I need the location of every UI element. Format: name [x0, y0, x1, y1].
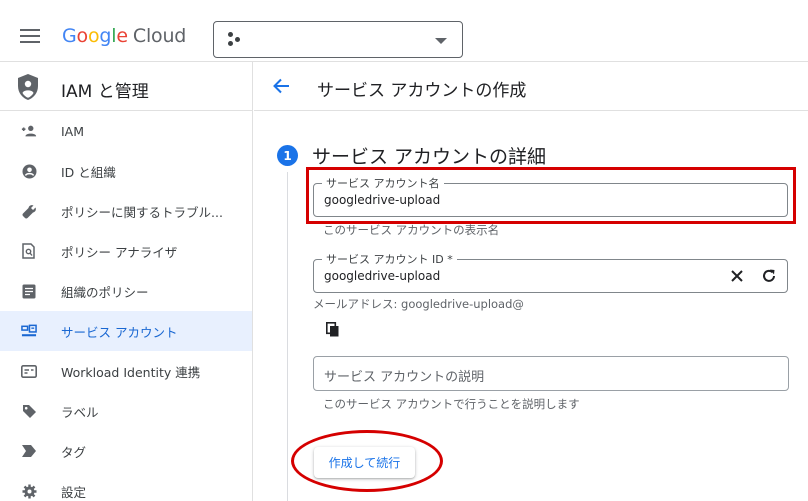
top-bar: Google Cloud [0, 0, 808, 62]
name-field-hint: このサービス アカウントの表示名 [323, 223, 500, 237]
page-header: サービス アカウントの作成 [254, 62, 808, 111]
service-account-icon [21, 323, 37, 339]
back-arrow-icon[interactable] [272, 77, 290, 95]
sidebar-item-label: タグ [61, 444, 87, 460]
id-card-icon [21, 363, 37, 379]
refresh-icon[interactable] [761, 268, 777, 284]
sidebar-header: IAM と管理 [0, 62, 252, 111]
annotation-highlight-circle [291, 430, 443, 492]
field-value[interactable]: googledrive-upload [324, 269, 440, 283]
sidebar-item-label: ポリシー アナライザ [61, 244, 178, 260]
annotation-highlight-box [306, 167, 796, 224]
sidebar-item-org-policy[interactable]: 組織のポリシー [0, 271, 252, 311]
sidebar-item-iam[interactable]: IAM [0, 111, 252, 151]
field-label: サービス アカウント ID * [322, 251, 457, 267]
description-field-hint: このサービス アカウントで行うことを説明します [323, 397, 580, 411]
step-connector-line [287, 172, 288, 501]
document-list-icon [21, 283, 37, 299]
sidebar-item-id-org[interactable]: ID と組織 [0, 151, 252, 191]
account-circle-icon [21, 163, 37, 179]
project-picker[interactable] [213, 21, 463, 58]
sidebar: IAM と管理 IAM ID と組織 ポリシーに関するトラブル... ポリシー … [0, 62, 253, 501]
chevron-down-icon [435, 38, 447, 44]
step-title: サービス アカウントの詳細 [312, 146, 547, 168]
shield-icon [18, 74, 38, 100]
sidebar-item-policy-analyzer[interactable]: ポリシー アナライザ [0, 231, 252, 271]
sidebar-item-label: IAM [61, 123, 85, 139]
sidebar-item-labels[interactable]: ラベル [0, 391, 252, 431]
sidebar-item-workload-identity[interactable]: Workload Identity 連携 [0, 351, 252, 391]
copy-icon[interactable] [326, 322, 340, 338]
google-cloud-logo[interactable]: Google Cloud [62, 25, 186, 47]
sidebar-item-service-accounts[interactable]: サービス アカウント [0, 311, 252, 351]
sidebar-title: IAM と管理 [61, 82, 149, 102]
sidebar-item-label: 組織のポリシー [61, 284, 149, 300]
sidebar-item-label: Workload Identity 連携 [61, 364, 201, 380]
sidebar-item-tags[interactable]: タグ [0, 431, 252, 471]
sidebar-item-label: 設定 [61, 484, 87, 500]
person-add-icon [21, 123, 37, 139]
sidebar-item-settings[interactable]: 設定 [0, 471, 252, 501]
gear-icon [21, 483, 37, 499]
close-icon[interactable] [730, 269, 744, 283]
hamburger-menu-icon[interactable] [20, 29, 40, 45]
project-dots-icon [228, 32, 244, 48]
service-account-description-field[interactable]: サービス アカウントの説明 [313, 356, 789, 391]
page-title: サービス アカウントの作成 [317, 81, 527, 101]
sidebar-item-label: サービス アカウント [61, 324, 178, 340]
sidebar-item-policy-troubleshooter[interactable]: ポリシーに関するトラブル... [0, 191, 252, 231]
field-placeholder: サービス アカウントの説明 [324, 370, 485, 385]
tag-chevron-icon [21, 443, 37, 459]
sidebar-item-label: ポリシーに関するトラブル... [61, 204, 223, 220]
sidebar-item-label: ラベル [61, 404, 99, 420]
email-address-text: メールアドレス: googledrive-upload@ [313, 297, 524, 311]
wrench-icon [21, 203, 37, 219]
label-tag-icon [21, 403, 37, 419]
service-account-id-field[interactable]: サービス アカウント ID * googledrive-upload [313, 251, 788, 293]
sidebar-item-label: ID と組織 [61, 164, 116, 180]
document-search-icon [21, 243, 37, 259]
step-number-badge: 1 [277, 145, 298, 166]
